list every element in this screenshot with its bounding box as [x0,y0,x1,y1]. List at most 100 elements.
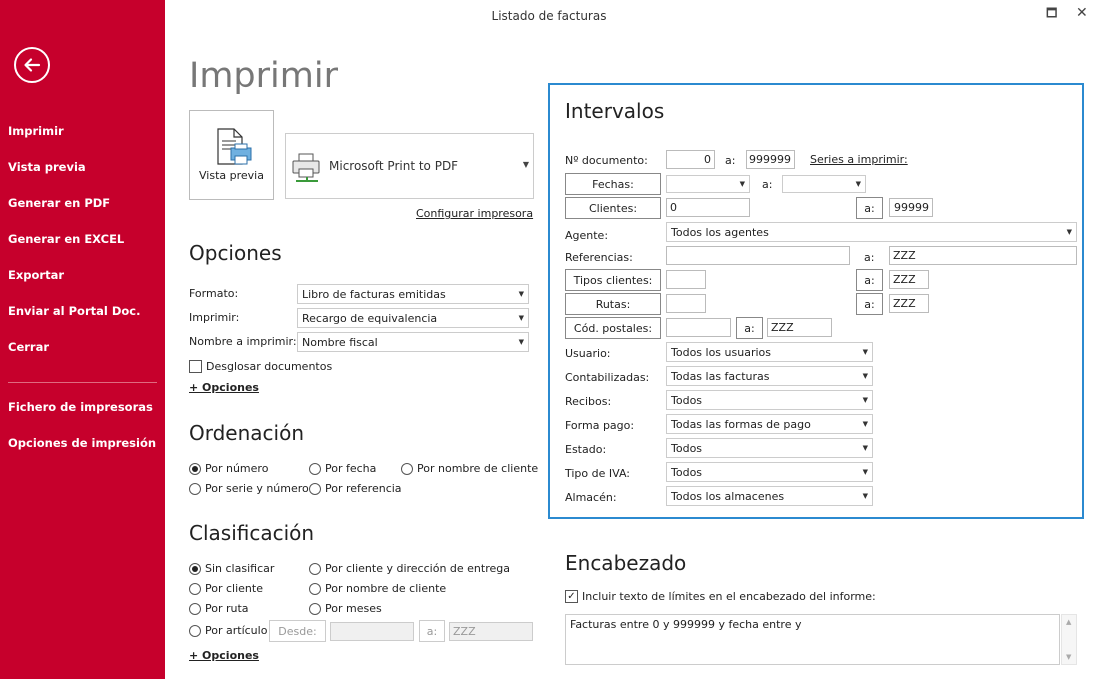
chevron-down-icon: ▼ [855,180,861,188]
sidebar-item-generar-pdf[interactable]: Generar en PDF [8,196,110,210]
cod-postales-from-input[interactable] [666,318,731,337]
formato-label: Formato: [189,287,239,300]
clasificacion-heading: Clasificación [189,521,315,545]
intervalos-heading: Intervalos [565,99,665,123]
cod-postales-to-input[interactable]: ZZZ [767,318,832,337]
chevron-down-icon: ▼ [862,372,868,380]
nombre-imprimir-select[interactable]: Nombre fiscal ▼ [297,332,529,352]
encabezado-scrollbar[interactable]: ▲ ▼ [1061,614,1077,665]
tipos-clientes-from-input[interactable] [666,270,706,289]
encabezado-textarea[interactable]: Facturas entre 0 y 999999 y fecha entre … [565,614,1060,665]
chevron-down-icon: ▼ [862,444,868,452]
configure-printer-link[interactable]: Configurar impresora [416,207,533,220]
rutas-button[interactable]: Rutas: [565,293,661,315]
printer-icon [292,153,320,182]
contabilizadas-label: Contabilizadas: [565,371,650,384]
tipos-clientes-button[interactable]: Tipos clientes: [565,269,661,291]
usuario-select[interactable]: Todos los usuarios ▼ [666,342,873,362]
printer-select[interactable]: Microsoft Print to PDF ▼ [285,133,534,199]
back-arrow-icon[interactable] [14,47,50,83]
contabilizadas-select[interactable]: Todas las facturas ▼ [666,366,873,386]
almacen-label: Almacén: [565,491,617,504]
page-title: Imprimir [189,56,338,96]
document-preview-icon [217,128,252,165]
nombre-imprimir-label: Nombre a imprimir: [189,335,297,348]
sidebar-item-imprimir[interactable]: Imprimir [8,124,64,138]
imprimir-select[interactable]: Recargo de equivalencia ▼ [297,308,529,328]
chevron-down-icon: ▼ [518,290,524,298]
articulo-hasta-input[interactable]: ZZZ [449,622,533,641]
maximize-icon[interactable]: 🗖 [1046,4,1057,25]
referencias-label: Referencias: [565,251,633,264]
clientes-from-input[interactable]: 0 [666,198,750,217]
opciones-heading: Opciones [189,241,282,265]
sidebar-divider [8,382,157,383]
chevron-down-icon: ▼ [862,492,868,500]
chevron-down-icon: ▼ [862,420,868,428]
estado-label: Estado: [565,443,607,456]
close-icon[interactable]: ✕ [1076,5,1088,21]
sidebar-item-cerrar[interactable]: Cerrar [8,340,49,354]
almacen-select[interactable]: Todos los almacenes ▼ [666,486,873,506]
fecha-desde-select[interactable]: ▼ [666,175,750,193]
recibos-label: Recibos: [565,395,612,408]
ordenacion-heading: Ordenación [189,421,305,445]
documento-a-label: a: [725,154,736,167]
tipo-iva-select[interactable]: Todos ▼ [666,462,873,482]
referencias-from-input[interactable] [666,246,850,265]
cod-postales-a-button[interactable]: a: [736,317,763,339]
encabezado-heading: Encabezado [565,551,687,575]
documento-to-input[interactable]: 999999 [746,150,795,169]
rutas-to-input[interactable]: ZZZ [889,294,929,313]
forma-pago-label: Forma pago: [565,419,635,432]
agente-label: Agente: [565,229,609,242]
desde-input[interactable] [330,622,414,641]
chevron-down-icon: ▼ [522,160,529,169]
tipos-clientes-to-input[interactable]: ZZZ [889,270,929,289]
desde-button[interactable]: Desde: [269,620,326,642]
printer-name: Microsoft Print to PDF [329,159,459,173]
chevron-down-icon: ▼ [739,180,745,188]
chevron-down-icon: ▼ [1066,228,1072,236]
fechas-a-label: a: [762,178,773,191]
tipo-iva-label: Tipo de IVA: [565,467,630,480]
usuario-label: Usuario: [565,347,611,360]
imprimir-label: Imprimir: [189,311,240,324]
articulo-a-button[interactable]: a: [419,620,445,642]
sidebar-item-generar-excel[interactable]: Generar en EXCEL [8,232,124,246]
agente-select[interactable]: Todos los agentes ▼ [666,222,1077,242]
preview-label: Vista previa [199,169,264,182]
mas-opciones-link[interactable]: + Opciones [189,381,259,394]
formato-select[interactable]: Libro de facturas emitidas ▼ [297,284,529,304]
estado-select[interactable]: Todos ▼ [666,438,873,458]
referencias-to-input[interactable]: ZZZ [889,246,1077,265]
rutas-from-input[interactable] [666,294,706,313]
sidebar-item-enviar-portal[interactable]: Enviar al Portal Doc. [8,304,140,318]
referencias-a-label: a: [864,251,875,264]
chevron-down-icon: ▼ [862,468,868,476]
chevron-down-icon: ▼ [862,396,868,404]
documento-from-input[interactable]: 0 [666,150,715,169]
sidebar-item-vista-previa[interactable]: Vista previa [8,160,86,174]
fecha-hasta-select[interactable]: ▼ [782,175,866,193]
recibos-select[interactable]: Todos ▼ [666,390,873,410]
clientes-button[interactable]: Clientes: [565,197,661,219]
forma-pago-select[interactable]: Todas las formas de pago ▼ [666,414,873,434]
fechas-button[interactable]: Fechas: [565,173,661,195]
rutas-a-button[interactable]: a: [856,293,883,315]
window-title: Listado de facturas [491,9,607,23]
cod-postales-button[interactable]: Cód. postales: [565,317,661,339]
chevron-down-icon: ▼ [862,348,868,356]
sidebar-item-fichero-impresoras[interactable]: Fichero de impresoras [8,400,153,414]
documento-label: Nº documento: [565,154,648,167]
clientes-a-button[interactable]: a: [856,197,883,219]
clasificacion-mas-opciones-link[interactable]: + Opciones [189,649,259,662]
chevron-down-icon: ▼ [518,338,524,346]
sidebar-item-exportar[interactable]: Exportar [8,268,64,282]
sidebar-item-opciones-impresion[interactable]: Opciones de impresión [8,436,156,450]
chevron-down-icon: ▼ [518,314,524,322]
clientes-to-input[interactable]: 99999 [889,198,933,217]
series-imprimir-link[interactable]: Series a imprimir: [810,153,908,166]
preview-button[interactable]: Vista previa [189,110,274,200]
tipos-clientes-a-button[interactable]: a: [856,269,883,291]
